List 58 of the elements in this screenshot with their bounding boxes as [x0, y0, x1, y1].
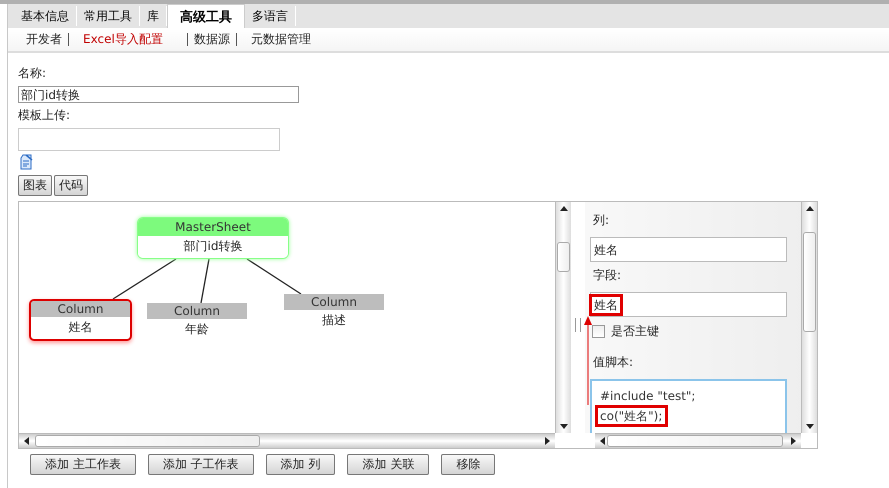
- name-field[interactable]: 部门id转换: [18, 86, 299, 103]
- node-label: 部门id转换: [138, 236, 288, 258]
- column-node[interactable]: Column 年龄: [147, 303, 247, 341]
- name-label: 名称:: [18, 65, 48, 82]
- subtab-link[interactable]: 数据源: [186, 33, 237, 46]
- action-button[interactable]: 添加 主工作表: [30, 454, 136, 475]
- script-field[interactable]: #include "test"; co("姓名");: [590, 379, 787, 433]
- field-input[interactable]: 姓名: [590, 292, 787, 317]
- scroll-down-icon[interactable]: [806, 424, 814, 429]
- scroll-right-icon[interactable]: [791, 437, 796, 445]
- checkbox[interactable]: [592, 325, 605, 338]
- vertical-scrollbar[interactable]: [555, 202, 571, 433]
- connector-line: [200, 258, 210, 304]
- scroll-right-icon[interactable]: [545, 437, 550, 445]
- master-sheet-node[interactable]: MasterSheet 部门id转换: [137, 217, 289, 259]
- column-node[interactable]: Column 描述: [284, 294, 384, 332]
- action-button[interactable]: 添加 关联: [347, 454, 430, 475]
- highlight-box: [589, 294, 623, 316]
- column-node[interactable]: Column 姓名: [29, 299, 132, 341]
- action-button[interactable]: 移除: [441, 454, 496, 475]
- tab[interactable]: 基本信息: [14, 6, 77, 26]
- scroll-up-icon[interactable]: [806, 206, 814, 211]
- scrollbar-thumb[interactable]: [557, 242, 570, 272]
- subtab-link[interactable]: Excel导入配置: [77, 33, 169, 46]
- connector-line: [246, 258, 302, 295]
- tab[interactable]: 多语言: [245, 6, 296, 26]
- view-button[interactable]: 图表: [18, 175, 52, 196]
- subtab-link[interactable]: 元数据管理: [244, 33, 317, 46]
- document-icon[interactable]: [20, 154, 34, 170]
- column-field[interactable]: 姓名: [590, 237, 787, 262]
- scrollbar-thumb[interactable]: [35, 435, 260, 447]
- node-label: 姓名: [68, 319, 94, 336]
- node-title: Column: [284, 294, 384, 310]
- horizontal-scrollbar[interactable]: [19, 433, 555, 448]
- view-button[interactable]: 代码: [54, 175, 88, 196]
- node-title: Column: [147, 303, 247, 319]
- action-button[interactable]: 添加 列: [266, 454, 336, 475]
- upload-field[interactable]: [18, 128, 280, 151]
- checkbox-label: 是否主键: [611, 323, 659, 340]
- scrollbar-thumb[interactable]: [803, 232, 816, 332]
- scrollbar-thumb[interactable]: [607, 435, 783, 447]
- node-label: 年龄: [184, 321, 210, 338]
- node-title: Column: [31, 301, 130, 317]
- column-label: 列:: [593, 212, 610, 229]
- connector-line: [112, 258, 176, 300]
- tab[interactable]: 常用工具: [77, 6, 140, 26]
- horizontal-scrollbar[interactable]: [595, 433, 801, 448]
- splitter-handle[interactable]: [575, 318, 581, 332]
- vertical-scrollbar[interactable]: [801, 202, 817, 433]
- node-label: 描述: [321, 312, 347, 329]
- node-title: MasterSheet: [138, 218, 288, 236]
- subtab-link[interactable]: 开发者: [20, 33, 69, 46]
- template-label: 模板上传:: [18, 107, 72, 124]
- scroll-left-icon[interactable]: [24, 437, 29, 445]
- script-label: 值脚本:: [593, 354, 634, 371]
- field-label: 字段:: [593, 267, 622, 284]
- tab[interactable]: 高级工具: [167, 4, 245, 28]
- action-button[interactable]: 添加 子工作表: [148, 454, 254, 475]
